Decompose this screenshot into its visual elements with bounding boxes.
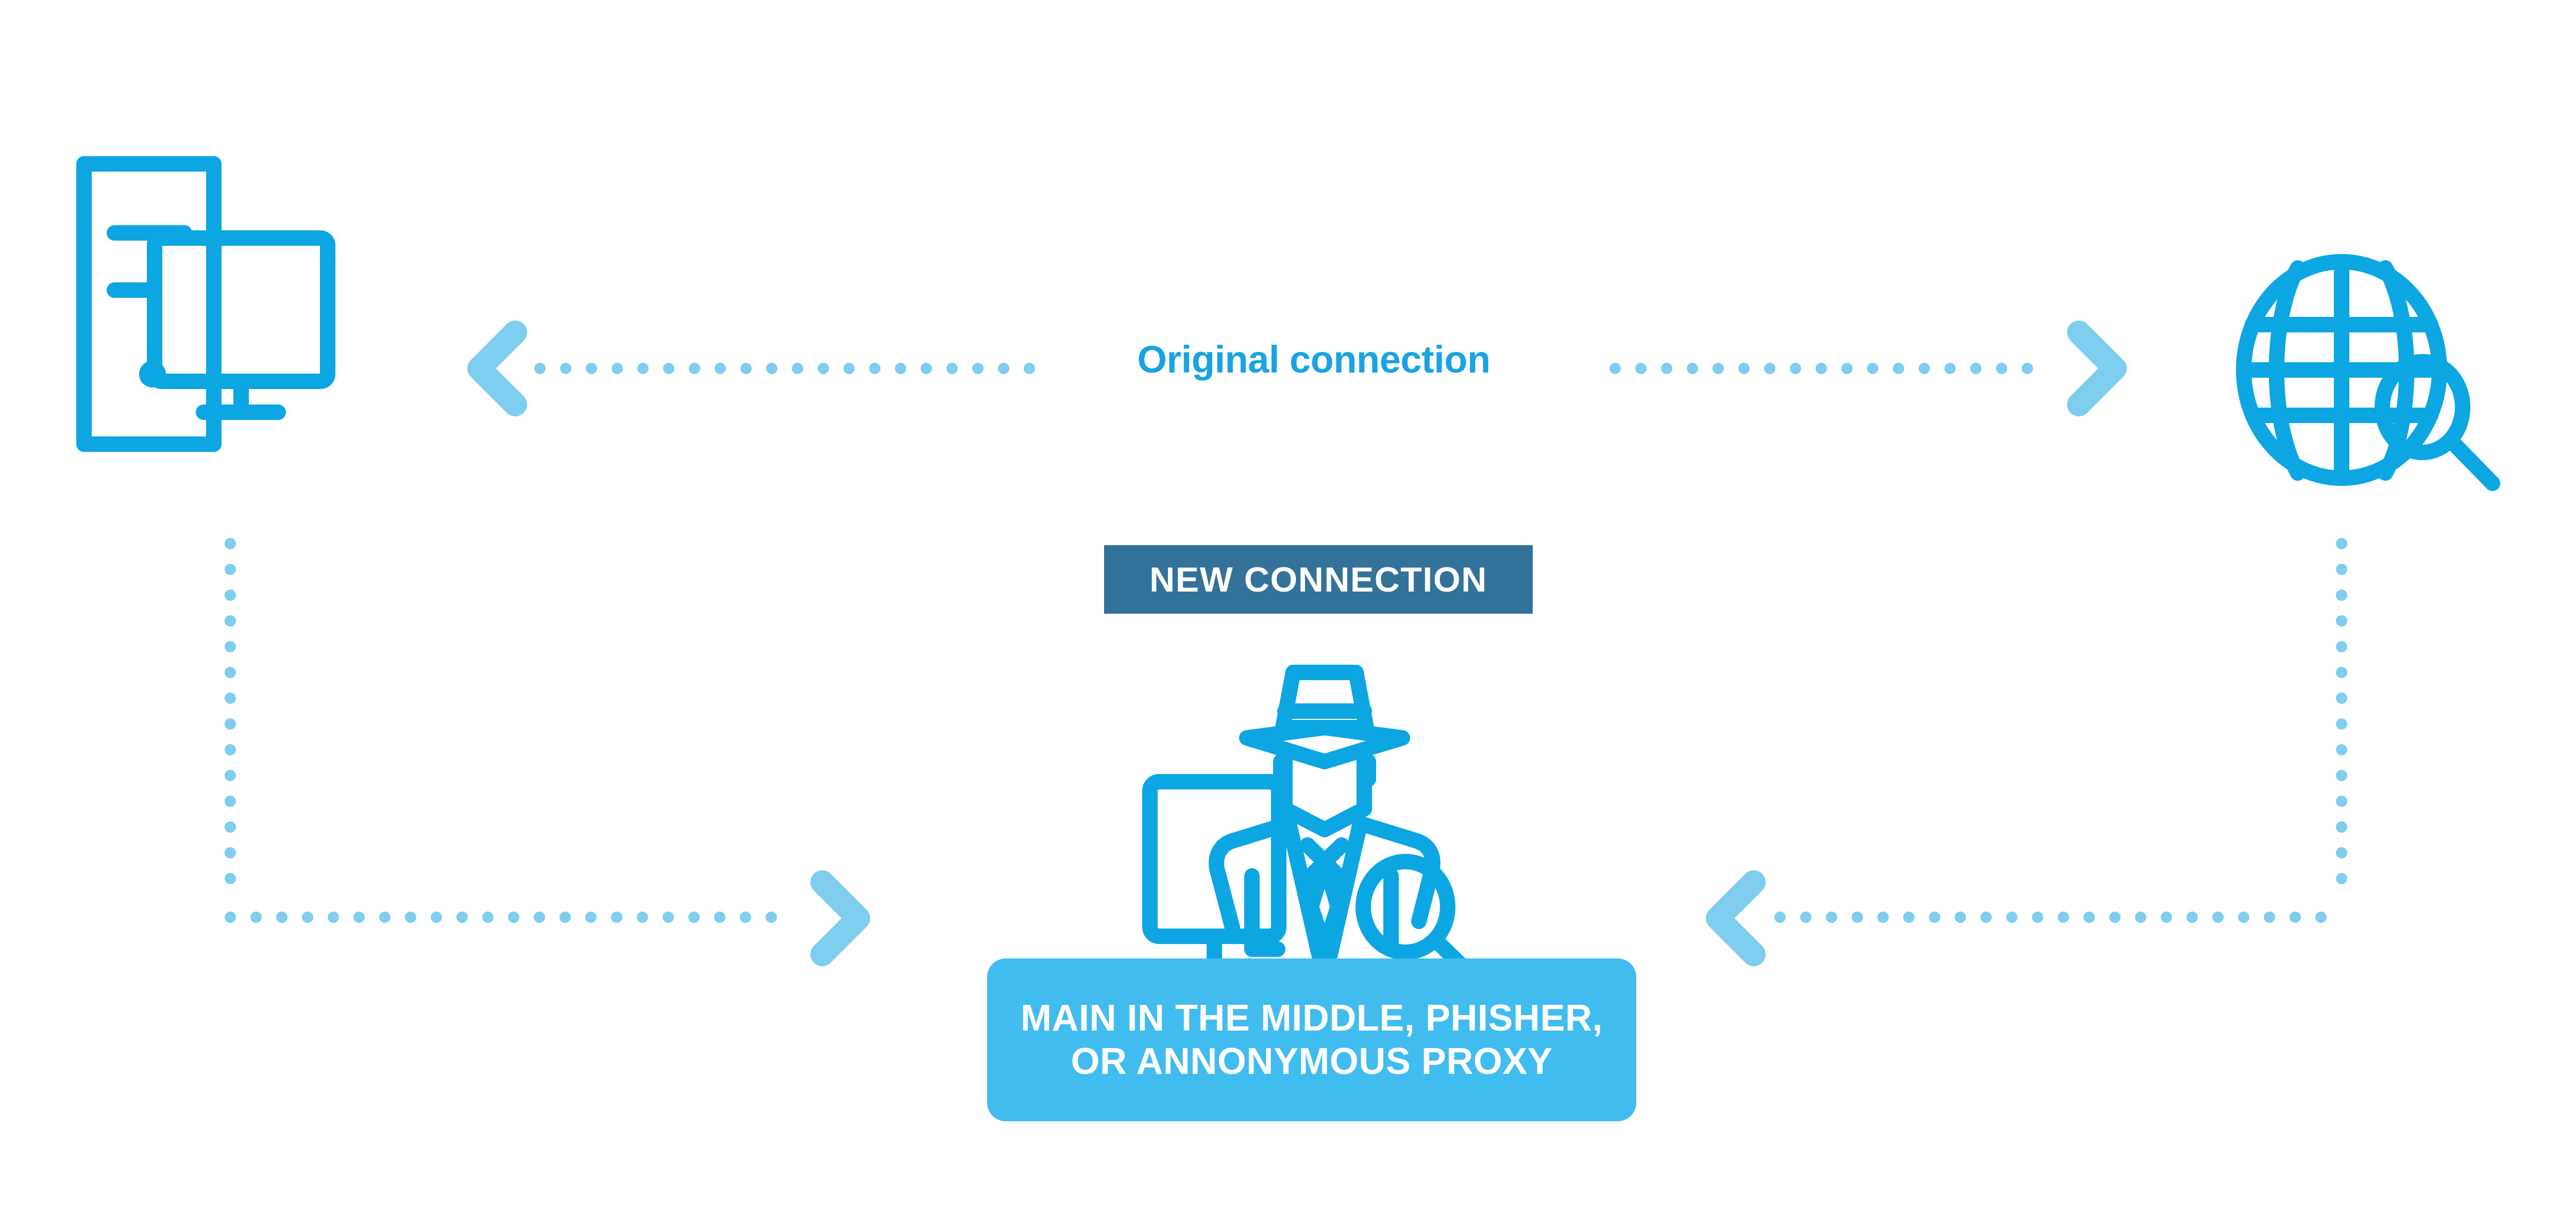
spy-hacker-icon: [1142, 665, 1487, 991]
new-connection-badge-label: NEW CONNECTION: [1149, 560, 1487, 599]
original-connection-right-arrow: [2067, 321, 2127, 416]
attacker-badge-line-1: MAIN IN THE MIDDLE, PHISHER,: [1020, 997, 1603, 1039]
desktop-computer-icon: [76, 156, 335, 452]
attacker-badge[interactable]: MAIN IN THE MIDDLE, PHISHER, OR ANNONYMO…: [987, 958, 1636, 1121]
new-connection-badge[interactable]: NEW CONNECTION: [1104, 545, 1533, 614]
new-connection-right-arrow: [1706, 870, 1766, 966]
original-connection-left-arrow: [467, 321, 527, 416]
globe-search-icon: [2236, 254, 2500, 491]
original-connection-label: Original connection: [1137, 338, 1490, 381]
diagram-canvas: .dotline { stroke:#7FCDEF; stroke-width:…: [0, 0, 2576, 1230]
new-connection-left-arrow: [810, 870, 870, 966]
attacker-badge-line-2: OR ANNONYMOUS PROXY: [1071, 1041, 1553, 1082]
